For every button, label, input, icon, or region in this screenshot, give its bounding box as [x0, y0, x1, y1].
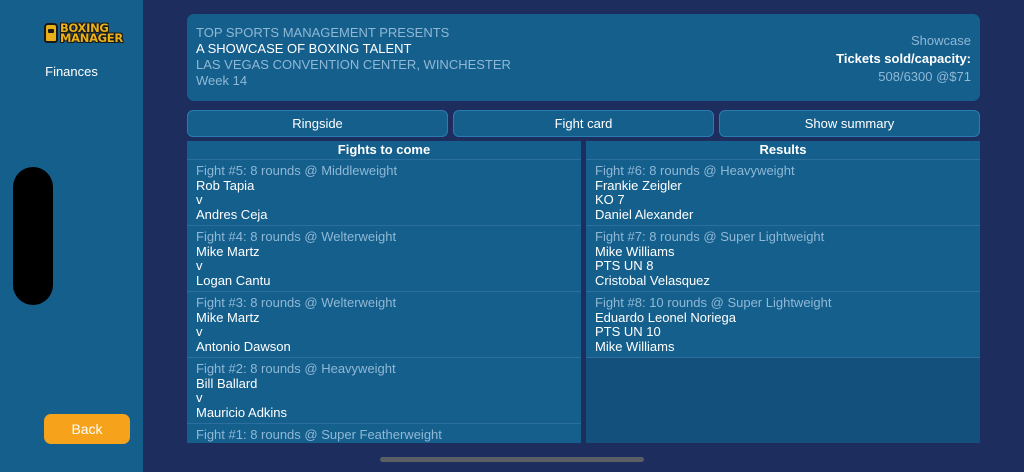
logo-line-2: MANAGER [60, 31, 123, 45]
list-item[interactable]: Fight #7: 8 rounds @ Super Lightweight M… [586, 226, 980, 292]
list-item[interactable]: Fight #6: 8 rounds @ Heavyweight Frankie… [586, 160, 980, 226]
fight-title: Fight #4: 8 rounds @ Welterweight [196, 229, 397, 244]
tab-show-summary[interactable]: Show summary [719, 110, 980, 137]
fighter-two: Logan Cantu [196, 272, 271, 288]
tickets-label: Tickets sold/capacity: [836, 51, 971, 66]
fight-winner: Mike Williams [595, 243, 675, 259]
tab-fight-card[interactable]: Fight card [453, 110, 714, 137]
fight-outcome: PTS UN 10 [595, 324, 661, 339]
results-heading: Results [586, 141, 980, 160]
fight-loser: Mike Williams [595, 338, 675, 354]
results-list[interactable]: Results Fight #6: 8 rounds @ Heavyweight… [586, 141, 980, 443]
versus-label: v [196, 192, 203, 207]
sidebar: BOXING MANAGER Finances Back [0, 0, 143, 472]
fight-title: Fight #8: 10 rounds @ Super Lightweight [595, 295, 832, 310]
boxing-glove-icon [44, 23, 58, 43]
fighter-one: Mike Martz [196, 309, 260, 325]
fight-title: Fight #2: 8 rounds @ Heavyweight [196, 361, 396, 376]
boxing-manager-logo: BOXING MANAGER [44, 21, 130, 45]
fighter-one: Rob Tapia [196, 177, 255, 193]
event-header-panel: TOP SPORTS MANAGEMENT PRESENTS A SHOWCAS… [187, 14, 980, 101]
event-type: Showcase [911, 33, 971, 48]
fight-outcome: KO 7 [595, 192, 625, 207]
fight-outcome: PTS UN 8 [595, 258, 654, 273]
back-button[interactable]: Back [44, 414, 130, 444]
sidebar-item-finances[interactable]: Finances [0, 64, 143, 79]
list-item[interactable]: Fight #4: 8 rounds @ Welterweight Mike M… [187, 226, 581, 292]
fight-title: Fight #6: 8 rounds @ Heavyweight [595, 163, 795, 178]
list-item[interactable]: Fight #8: 10 rounds @ Super Lightweight … [586, 292, 980, 358]
versus-label: v [196, 324, 203, 339]
fight-title: Fight #5: 8 rounds @ Middleweight [196, 163, 398, 178]
fighter-two: Antonio Dawson [196, 338, 291, 354]
list-item[interactable]: Fight #1: 8 rounds @ Super Featherweight [187, 424, 581, 443]
fight-title: Fight #7: 8 rounds @ Super Lightweight [595, 229, 825, 244]
sidebar-scroll-handle[interactable] [13, 167, 53, 305]
fight-title: Fight #3: 8 rounds @ Welterweight [196, 295, 397, 310]
fighter-two: Andres Ceja [196, 206, 268, 222]
fights-to-come-list[interactable]: Fights to come Fight #5: 8 rounds @ Midd… [187, 141, 581, 443]
fight-winner: Eduardo Leonel Noriega [595, 309, 736, 325]
home-indicator[interactable] [380, 457, 644, 462]
fighter-two: Mauricio Adkins [196, 404, 288, 420]
list-item[interactable]: Fight #2: 8 rounds @ Heavyweight Bill Ba… [187, 358, 581, 424]
fighter-one: Mike Martz [196, 243, 260, 259]
list-item[interactable]: Fight #5: 8 rounds @ Middleweight Rob Ta… [187, 160, 581, 226]
fight-winner: Frankie Zeigler [595, 177, 682, 193]
results-empty-area [586, 358, 980, 443]
fight-loser: Daniel Alexander [595, 206, 694, 222]
event-venue: LAS VEGAS CONVENTION CENTER, WINCHESTER [196, 57, 511, 72]
fights-to-come-heading: Fights to come [187, 141, 581, 160]
event-presenter: TOP SPORTS MANAGEMENT PRESENTS [196, 25, 450, 40]
tickets-value: 508/6300 @$71 [878, 69, 971, 84]
versus-label: v [196, 390, 203, 405]
fight-title: Fight #1: 8 rounds @ Super Featherweight [196, 427, 442, 442]
fight-loser: Cristobal Velasquez [595, 272, 710, 288]
fighter-one: Bill Ballard [196, 375, 258, 391]
event-title: A SHOWCASE OF BOXING TALENT [196, 41, 412, 56]
list-item[interactable]: Fight #3: 8 rounds @ Welterweight Mike M… [187, 292, 581, 358]
event-week: Week 14 [196, 73, 248, 88]
versus-label: v [196, 258, 203, 273]
tab-ringside[interactable]: Ringside [187, 110, 448, 137]
